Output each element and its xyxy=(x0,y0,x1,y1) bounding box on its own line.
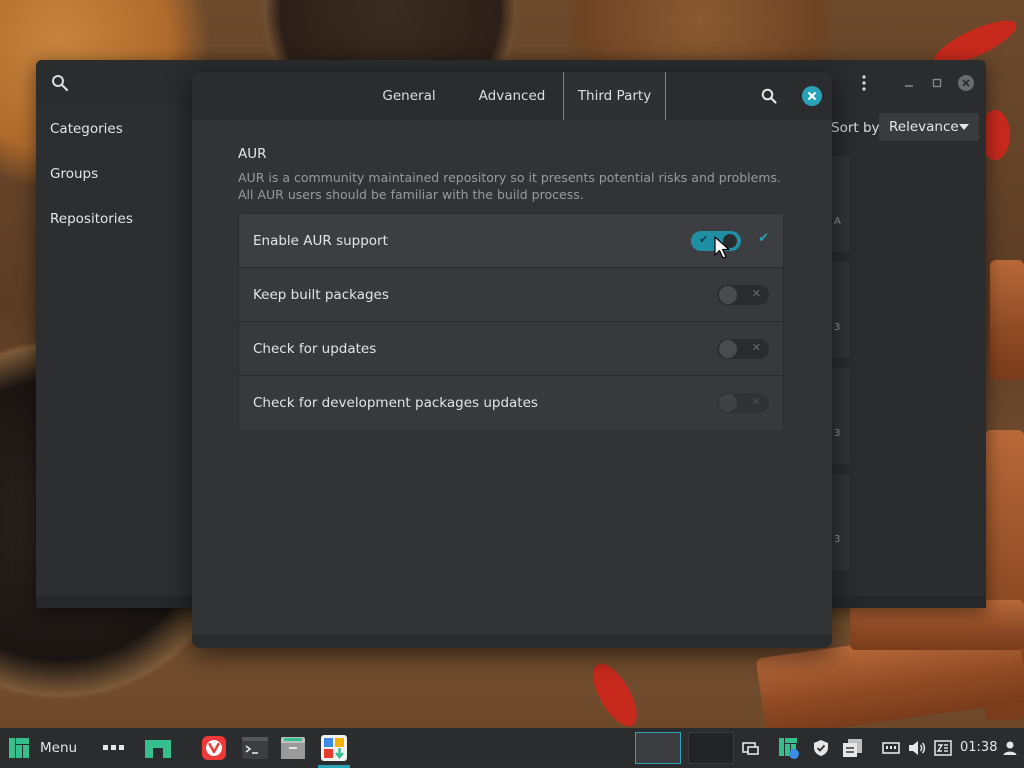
toggle-knob xyxy=(719,286,737,304)
checkmark-icon: ✔ xyxy=(758,231,769,246)
file-manager-icon[interactable] xyxy=(278,728,308,768)
keyboard-icon[interactable] xyxy=(932,728,954,768)
cross-icon: ✕ xyxy=(751,287,761,300)
checkmark-icon: ✔ xyxy=(699,233,709,246)
vivaldi-icon[interactable] xyxy=(200,728,228,768)
close-icon[interactable] xyxy=(802,86,822,106)
minimize-icon[interactable] xyxy=(900,74,918,92)
tab-general[interactable]: General xyxy=(368,72,450,120)
shield-icon[interactable] xyxy=(810,728,832,768)
keep-built-packages-toggle[interactable]: ✕ xyxy=(717,285,769,305)
pamac-updates-icon[interactable] xyxy=(776,728,802,768)
package-card-fragment: 3 xyxy=(834,428,841,439)
option-row-check-updates[interactable]: Check for updates ✕ xyxy=(239,322,783,376)
option-label: Check for development packages updates xyxy=(253,395,538,411)
search-icon[interactable] xyxy=(760,87,778,105)
network-icon[interactable] xyxy=(880,728,902,768)
package-card-fragment: A xyxy=(834,216,841,227)
sidebar-item-groups[interactable]: Groups xyxy=(50,166,98,182)
software-store-icon[interactable] xyxy=(318,728,350,768)
dialog-header: General Advanced Third Party xyxy=(192,72,832,120)
option-label: Check for updates xyxy=(253,341,377,357)
package-list-area xyxy=(832,106,986,596)
sort-by-label: Sort by xyxy=(831,120,880,136)
desktop-icon[interactable] xyxy=(141,728,175,768)
search-icon[interactable] xyxy=(50,73,70,93)
option-row-keep-built[interactable]: Keep built packages ✕ xyxy=(239,268,783,322)
terminal-icon[interactable] xyxy=(240,728,270,768)
toggle-knob xyxy=(719,394,737,412)
chili-pepper-decoration xyxy=(584,657,646,733)
option-row-check-devel-updates: Check for development packages updates ✕ xyxy=(239,376,783,430)
dialog-footer xyxy=(192,634,832,648)
package-card-fragment: 3 xyxy=(834,322,841,333)
sidebar-item-categories[interactable]: Categories xyxy=(50,121,123,137)
option-label: Keep built packages xyxy=(253,287,389,303)
toggle-knob xyxy=(719,340,737,358)
taskbar: Menu 01:38 xyxy=(0,728,1024,768)
sidebar-item-repositories[interactable]: Repositories xyxy=(50,211,133,227)
sidebar: Categories Groups Repositories xyxy=(36,106,192,596)
clipboard-icon[interactable] xyxy=(840,728,866,768)
section-title: AUR xyxy=(238,146,267,162)
package-card[interactable]: 3 xyxy=(832,474,850,570)
user-icon[interactable] xyxy=(1000,728,1020,768)
aur-options-list: Enable AUR support ✔ ✔ Keep built packag… xyxy=(238,213,784,430)
apps-grid-icon[interactable] xyxy=(100,728,128,768)
cross-icon: ✕ xyxy=(751,341,761,354)
check-devel-updates-toggle: ✕ xyxy=(717,393,769,413)
menu-button-label[interactable]: Menu xyxy=(40,740,77,756)
chevron-down-icon xyxy=(959,124,969,130)
maximize-icon[interactable] xyxy=(928,74,946,92)
preferences-dialog: General Advanced Third Party AUR AUR is … xyxy=(192,72,832,648)
sort-dropdown-value: Relevance xyxy=(889,119,959,135)
check-updates-toggle[interactable]: ✕ xyxy=(717,339,769,359)
option-label: Enable AUR support xyxy=(253,233,388,249)
cinnamon-decoration xyxy=(990,260,1024,380)
tab-third-party[interactable]: Third Party xyxy=(563,72,666,120)
manjaro-logo-icon[interactable] xyxy=(4,728,34,768)
close-icon[interactable] xyxy=(957,74,975,92)
mouse-pointer-icon xyxy=(714,236,730,259)
sort-dropdown[interactable]: Relevance xyxy=(879,113,979,141)
package-card[interactable]: 3 xyxy=(832,262,850,358)
package-card-fragment: 3 xyxy=(834,534,841,545)
package-card[interactable]: A xyxy=(832,156,850,252)
package-card[interactable]: 3 xyxy=(832,368,850,464)
cross-icon: ✕ xyxy=(751,395,761,408)
window-switcher-icon[interactable] xyxy=(740,728,762,768)
tab-advanced[interactable]: Advanced xyxy=(468,72,556,120)
section-description: AUR is a community maintained repository… xyxy=(238,170,781,202)
clock[interactable]: 01:38 xyxy=(960,740,997,755)
workspace-1[interactable] xyxy=(635,732,681,764)
workspace-2[interactable] xyxy=(688,732,734,764)
kebab-menu-icon[interactable] xyxy=(855,74,873,92)
volume-icon[interactable] xyxy=(906,728,928,768)
option-row-enable-aur[interactable]: Enable AUR support ✔ ✔ xyxy=(239,214,783,268)
